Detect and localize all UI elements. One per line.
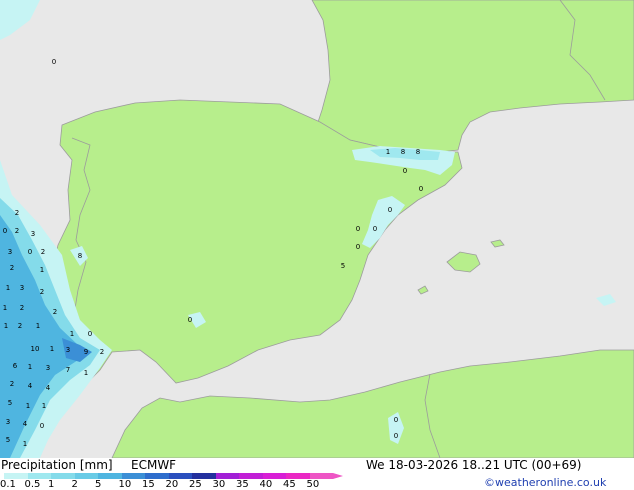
precipitation-value-label: 2: [53, 308, 57, 316]
precipitation-value-label: 1: [36, 322, 40, 330]
precipitation-value-label: 1: [6, 284, 10, 292]
precipitation-value-label: 2: [20, 304, 24, 312]
precipitation-value-label: 4: [46, 384, 51, 392]
legend-swatch: [51, 473, 75, 479]
valid-time: We 18-03-2026 18..21 UTC (00+69): [366, 458, 582, 472]
precipitation-value-label: 3: [6, 418, 10, 426]
legend-swatch: [98, 473, 122, 479]
precipitation-value-label: 0: [388, 206, 392, 214]
precipitation-value-label: 2: [100, 348, 104, 356]
legend-tick-label: 45: [283, 479, 296, 490]
precipitation-value-label: 8: [416, 148, 420, 156]
precipitation-value-label: 0: [373, 225, 377, 233]
precipitation-value-label: 0: [88, 330, 92, 338]
precipitation-value-label: 1: [42, 402, 46, 410]
precipitation-value-label: 3: [8, 248, 12, 256]
precipitation-value-label: 0: [3, 227, 7, 235]
legend-tick-label: 35: [236, 479, 249, 490]
precipitation-value-label: 0: [188, 316, 192, 324]
precipitation-value-label: 2: [41, 248, 45, 256]
precipitation-value-label: 2: [10, 380, 14, 388]
map-title: Precipitation [mm]: [1, 458, 113, 472]
precipitation-value-label: 3: [20, 284, 24, 292]
legend-tick-label: 0.5: [24, 479, 41, 490]
legend-tick-label: 10: [118, 479, 132, 490]
legend-tick-label: 1: [48, 479, 55, 490]
precipitation-value-label: 1: [70, 330, 74, 338]
precipitation-value-label: 2: [15, 209, 19, 217]
precipitation-value-label: 3: [66, 346, 70, 354]
precipitation-value-label: 5: [6, 436, 10, 444]
precipitation-value-label: 0: [356, 243, 360, 251]
precipitation-value-label: 3: [46, 364, 50, 372]
precipitation-value-label: 0: [394, 432, 398, 440]
precipitation-value-label: 2: [10, 264, 14, 272]
legend-tick-label: 25: [189, 479, 202, 490]
legend-tick-label: 20: [165, 479, 179, 490]
map-footer: Precipitation [mm] ECMWF We 18-03-2026 1…: [0, 458, 634, 490]
precipitation-value-label: 1: [84, 369, 88, 377]
precipitation-value-label: 0: [356, 225, 360, 233]
precipitation-value-label: 8: [78, 252, 82, 260]
legend-tick-label: 30: [212, 479, 226, 490]
precipitation-value-label: 0: [403, 167, 407, 175]
legend-arrow: [333, 473, 343, 479]
precipitation-value-label: 4: [28, 382, 33, 390]
model-name: ECMWF: [131, 458, 177, 472]
precipitation-value-label: 0: [419, 185, 423, 193]
legend-tick-label: 2: [71, 479, 78, 490]
legend-tick-label: 15: [142, 479, 155, 490]
precipitation-value-label: 1: [3, 304, 7, 312]
precipitation-value-label: 2: [40, 288, 44, 296]
credit: ©weatheronline.co.uk: [484, 476, 607, 489]
precipitation-value-label: 10: [31, 345, 40, 353]
precipitation-value-label: 3: [31, 230, 35, 238]
precipitation-value-label: 0: [394, 416, 398, 424]
precipitation-value-label: 1: [50, 345, 54, 353]
precipitation-value-label: 0: [40, 422, 44, 430]
precipitation-value-label: 2: [18, 322, 22, 330]
precipitation-value-label: 0: [28, 248, 32, 256]
precipitation-value-label: 0: [52, 58, 56, 66]
legend-tick-label: 40: [259, 479, 273, 490]
precipitation-value-label: 1: [23, 440, 27, 448]
precipitation-map: 21 8 800000050 2 33 0 22 181 3 21 2 21 2 11 010 1 3 9 26 1 3…: [0, 0, 634, 458]
precipitation-value-label: 1: [386, 148, 390, 156]
precipitation-value-label: 8: [401, 148, 405, 156]
precipitation-value-label: 9: [84, 348, 88, 356]
legend-tick-label: 50: [306, 479, 320, 490]
precipitation-value-label: 6: [13, 362, 18, 370]
legend-tick-label: 5: [95, 479, 102, 490]
precipitation-value-label: 1: [28, 363, 32, 371]
precipitation-value-label: 4: [23, 420, 28, 428]
precipitation-value-label: 1: [26, 402, 30, 410]
precipitation-value-label: 5: [8, 399, 12, 407]
precipitation-value-label: 1: [4, 322, 8, 330]
precipitation-value-label: 1: [40, 266, 44, 274]
precipitation-value-label: 5: [341, 262, 345, 270]
legend-tick-label: 0.1: [0, 479, 16, 490]
precipitation-value-label: 7: [66, 366, 70, 374]
precipitation-value-label: 2: [15, 227, 19, 235]
